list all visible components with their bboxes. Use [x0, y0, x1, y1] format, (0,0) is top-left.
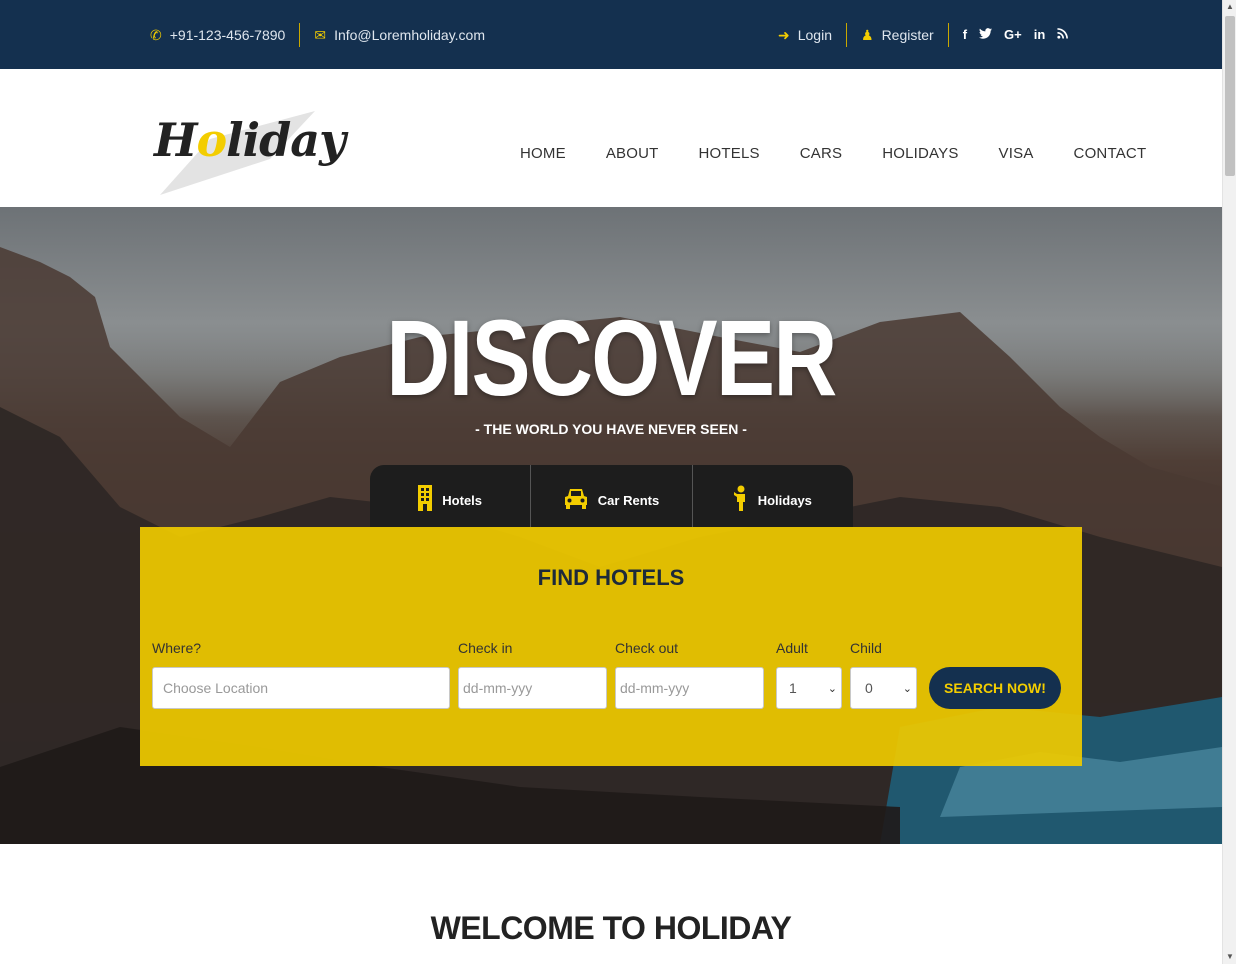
location-placeholder: Choose Location — [163, 680, 269, 696]
scroll-down-arrow-icon[interactable]: ▼ — [1223, 950, 1236, 964]
facebook-icon[interactable]: f — [963, 27, 967, 42]
hero-title: DISCOVER — [386, 297, 837, 418]
nav-holidays[interactable]: HOLIDAYS — [862, 133, 978, 174]
logo-text: Holiday — [154, 113, 346, 167]
adult-select[interactable]: 1 ⌄ — [776, 667, 842, 709]
checkin-input[interactable]: dd-mm-yyy — [458, 667, 607, 709]
checkin-label: Check in — [458, 640, 513, 656]
tab-holidays[interactable]: Holidays — [693, 465, 853, 527]
phone-icon: ✆ — [150, 26, 162, 43]
child-select[interactable]: 0 ⌄ — [850, 667, 917, 709]
register-link[interactable]: ♟ Register — [861, 27, 934, 43]
search-now-button[interactable]: SEARCH NOW! — [929, 667, 1061, 709]
location-input[interactable]: Choose Location — [152, 667, 450, 709]
google-plus-icon[interactable]: G+ — [1004, 27, 1022, 42]
checkin-placeholder: dd-mm-yyy — [463, 680, 533, 696]
nav-hotels[interactable]: HOTELS — [679, 133, 780, 174]
nav-home[interactable]: HOME — [500, 133, 586, 174]
rss-icon[interactable] — [1057, 27, 1069, 42]
hero-subtitle: - THE WORLD YOU HAVE NEVER SEEN - — [475, 421, 747, 437]
tab-car-rents[interactable]: Car Rents — [531, 465, 693, 527]
adult-label: Adult — [776, 640, 808, 656]
nav-contact[interactable]: CONTACT — [1054, 133, 1167, 174]
nav-visa[interactable]: VISA — [979, 133, 1054, 174]
nav-about[interactable]: ABOUT — [586, 133, 679, 174]
checkout-input[interactable]: dd-mm-yyy — [615, 667, 764, 709]
holiday-logo[interactable]: Holiday — [150, 109, 346, 197]
sign-in-icon: ➜ — [778, 26, 790, 43]
welcome-heading: WELCOME TO HOLIDAY — [430, 910, 792, 946]
car-icon — [564, 487, 588, 513]
nav-cars[interactable]: CARS — [780, 133, 862, 174]
child-label: Child — [850, 640, 882, 656]
linkedin-icon[interactable]: in — [1034, 27, 1046, 42]
where-label: Where? — [152, 640, 202, 656]
top-bar: ✆ +91-123-456-7890 ✉ Info@Loremholiday.c… — [0, 0, 1222, 69]
social-links: f G+ in — [963, 27, 1069, 42]
scroll-up-arrow-icon[interactable]: ▲ — [1223, 0, 1236, 14]
search-title: FIND HOTELS — [537, 565, 685, 590]
tab-hotels-label: Hotels — [442, 492, 483, 508]
page-scrollbar[interactable]: ▲ ▼ — [1222, 0, 1236, 964]
divider — [299, 22, 301, 47]
auth-links: ➜ Login ♟ Register f G+ in — [778, 0, 1069, 69]
main-nav: HOME ABOUT HOTELS CARS HOLIDAYS VISA CON… — [500, 133, 1166, 174]
tab-hotels[interactable]: Hotels — [370, 465, 532, 527]
building-icon — [418, 485, 433, 515]
login-link[interactable]: ➜ Login — [778, 27, 832, 43]
chevron-down-icon: ⌄ — [902, 682, 912, 695]
hotel-search-form: FIND HOTELS Where? Choose Location Check… — [140, 527, 1082, 766]
hero-banner: DISCOVER - THE WORLD YOU HAVE NEVER SEEN… — [0, 207, 1222, 844]
phone-contact[interactable]: ✆ +91-123-456-7890 — [150, 27, 285, 43]
checkout-placeholder: dd-mm-yyy — [620, 680, 690, 696]
checkout-label: Check out — [615, 640, 679, 656]
site-header: Holiday HOME ABOUT HOTELS CARS HOLIDAYS … — [0, 69, 1222, 207]
search-tabs: Hotels Car Rents Holidays — [370, 465, 853, 527]
register-label: Register — [881, 26, 934, 43]
chevron-down-icon: ⌄ — [827, 682, 837, 695]
divider — [846, 22, 847, 47]
divider — [947, 22, 949, 47]
user-icon: ♟ — [861, 26, 874, 43]
child-value: 0 — [865, 680, 873, 696]
tab-car-rents-label: Car Rents — [597, 492, 660, 508]
contact-info: ✆ +91-123-456-7890 ✉ Info@Loremholiday.c… — [150, 0, 485, 69]
phone-number: +91-123-456-7890 — [169, 26, 286, 43]
envelope-icon: ✉ — [314, 26, 327, 43]
twitter-icon[interactable] — [979, 27, 993, 42]
email-address: Info@Loremholiday.com — [334, 26, 485, 43]
scroll-thumb[interactable] — [1225, 16, 1235, 176]
person-icon — [733, 485, 748, 515]
tab-holidays-label: Holidays — [757, 492, 812, 508]
email-contact[interactable]: ✉ Info@Loremholiday.com — [314, 27, 485, 43]
login-label: Login — [797, 26, 832, 43]
adult-value: 1 — [789, 680, 797, 696]
